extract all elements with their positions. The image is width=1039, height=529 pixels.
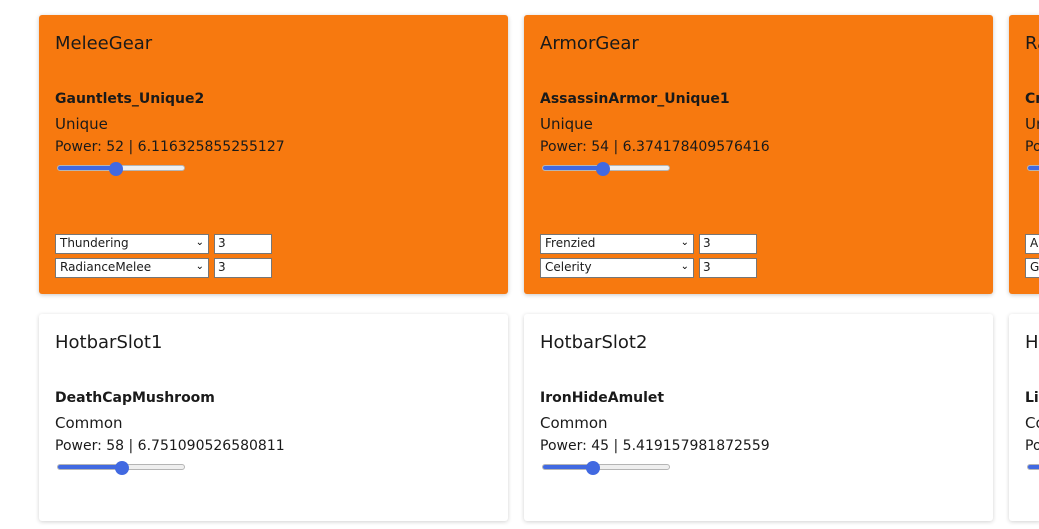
- slider-thumb[interactable]: [108, 162, 123, 176]
- item-name: Cr: [1025, 91, 1039, 107]
- slider-track: [1027, 165, 1039, 171]
- slider-track: [1027, 464, 1039, 470]
- item-name: Li: [1025, 390, 1039, 406]
- hotbar-card-2: HotbarSlot2 IronHideAmulet Common Power:…: [524, 314, 993, 521]
- slider-fill: [1028, 166, 1039, 170]
- power-slider[interactable]: [57, 162, 185, 176]
- enchantment-select[interactable]: Frenzied ⌄: [540, 234, 694, 254]
- slider-thumb[interactable]: [596, 162, 611, 176]
- hotbar-card-1: HotbarSlot1 DeathCapMushroom Common Powe…: [39, 314, 508, 521]
- slider-fill: [58, 166, 116, 170]
- slot-title: ArmorGear: [540, 33, 639, 54]
- enchantment-select-value: Celerity: [545, 260, 592, 274]
- chevron-down-icon: ⌄: [680, 261, 689, 272]
- item-power: Power: 52 | 6.116325855255127: [55, 139, 285, 155]
- slot-title: Ra: [1025, 33, 1039, 54]
- item-power: Power: 58 | 6.751090526580811: [55, 438, 285, 454]
- item-name: Gauntlets_Unique2: [55, 91, 205, 107]
- enchantment-level-input[interactable]: 3: [699, 234, 757, 254]
- enchantment-level-input[interactable]: 3: [699, 258, 757, 278]
- slot-title: H: [1025, 332, 1039, 353]
- slot-title: HotbarSlot2: [540, 332, 648, 353]
- slider-fill: [58, 465, 123, 469]
- slot-title: MeleeGear: [55, 33, 153, 54]
- enchantment-select-value: Frenzied: [545, 236, 596, 250]
- slider-thumb[interactable]: [586, 461, 601, 475]
- enchantment-select[interactable]: G: [1025, 258, 1039, 278]
- item-name: DeathCapMushroom: [55, 390, 215, 406]
- gear-card-ranged: Ra Cr Un Po A G: [1009, 15, 1039, 294]
- item-power: Power: 54 | 6.374178409576416: [540, 139, 770, 155]
- chevron-down-icon: ⌄: [680, 237, 689, 248]
- item-rarity: Unique: [55, 115, 108, 133]
- power-slider[interactable]: [1027, 162, 1039, 174]
- power-slider[interactable]: [542, 162, 670, 176]
- enchantment-select[interactable]: RadianceMelee ⌄: [55, 258, 209, 278]
- item-rarity: Unique: [540, 115, 593, 133]
- enchantment-select[interactable]: Celerity ⌄: [540, 258, 694, 278]
- enchantment-select[interactable]: A: [1025, 234, 1039, 254]
- slider-track: [542, 464, 670, 470]
- enchantment-select-value: A: [1030, 236, 1039, 250]
- enchantment-select-value: G: [1030, 260, 1039, 274]
- item-power: Po: [1025, 438, 1039, 454]
- item-name: IronHideAmulet: [540, 390, 665, 406]
- enchantment-level-input[interactable]: 3: [214, 258, 272, 278]
- enchantment-level-input[interactable]: 3: [214, 234, 272, 254]
- item-rarity: Un: [1025, 115, 1039, 133]
- power-slider[interactable]: [57, 461, 185, 475]
- slider-fill: [543, 166, 604, 170]
- item-rarity: Common: [540, 414, 608, 432]
- hotbar-card-3: H Li Co Po: [1009, 314, 1039, 521]
- enchantment-select-value: Thundering: [60, 236, 129, 250]
- chevron-down-icon: ⌄: [195, 261, 204, 272]
- item-rarity: Co: [1025, 414, 1039, 432]
- gear-card-armor: ArmorGear AssassinArmor_Unique1 Unique P…: [524, 15, 993, 294]
- item-power: Po: [1025, 139, 1039, 155]
- power-slider[interactable]: [1027, 461, 1039, 473]
- item-rarity: Common: [55, 414, 123, 432]
- enchantment-select[interactable]: Thundering ⌄: [55, 234, 209, 254]
- slot-title: HotbarSlot1: [55, 332, 163, 353]
- power-slider[interactable]: [542, 461, 670, 475]
- slider-fill: [1028, 465, 1039, 469]
- enchantment-select-value: RadianceMelee: [60, 260, 152, 274]
- slider-thumb[interactable]: [115, 461, 130, 475]
- gear-card-melee: MeleeGear Gauntlets_Unique2 Unique Power…: [39, 15, 508, 294]
- item-power: Power: 45 | 5.419157981872559: [540, 438, 770, 454]
- item-name: AssassinArmor_Unique1: [540, 91, 730, 107]
- chevron-down-icon: ⌄: [195, 237, 204, 248]
